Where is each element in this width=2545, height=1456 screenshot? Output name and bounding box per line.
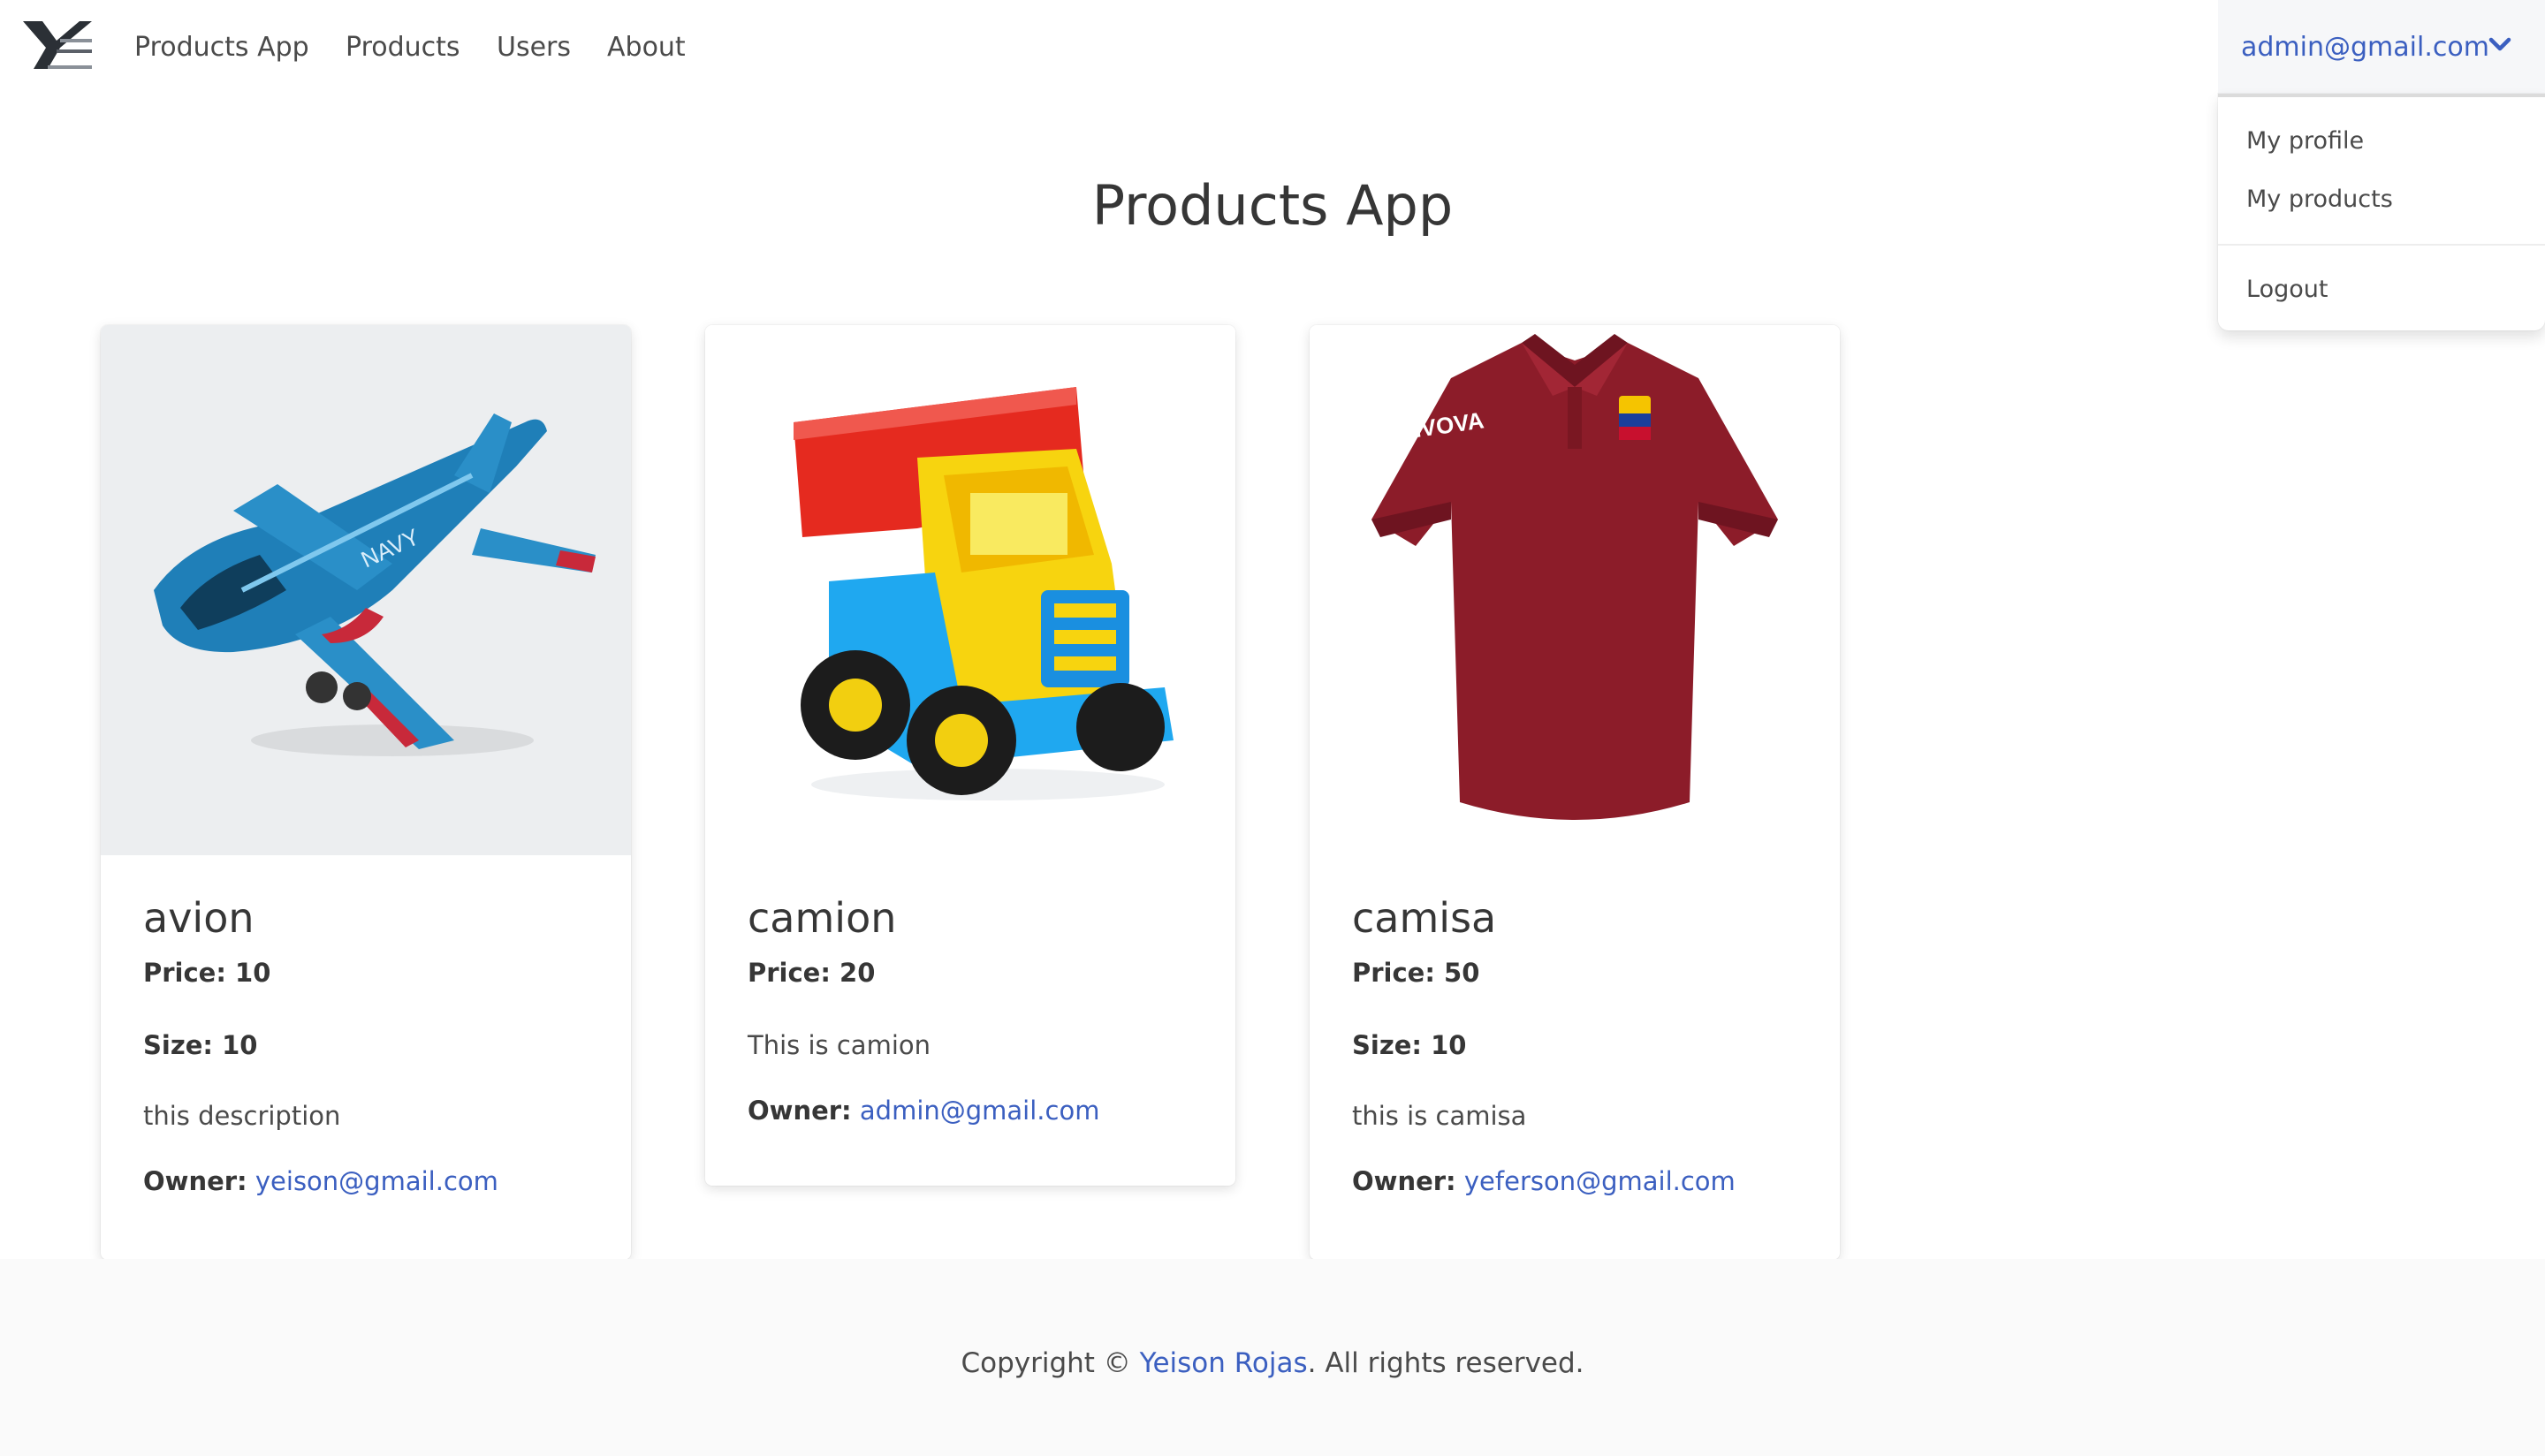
product-size: Size: 10 bbox=[143, 1030, 258, 1060]
product-name: avion bbox=[143, 894, 254, 942]
footer-author-link[interactable]: Yeison Rojas bbox=[1140, 1347, 1308, 1379]
toy-truck-image bbox=[705, 325, 1235, 855]
footer-suffix: . All rights reserved. bbox=[1307, 1347, 1584, 1379]
page-title: Products App bbox=[1091, 173, 1454, 238]
product-description: This is camion bbox=[748, 1030, 931, 1060]
navbar: Products App Products Users About admin@… bbox=[0, 0, 2545, 94]
owner-email-link[interactable]: yeison@gmail.com bbox=[255, 1166, 498, 1196]
user-email: admin@gmail.com bbox=[2241, 31, 2489, 63]
nav-users[interactable]: Users bbox=[497, 0, 571, 94]
owner-email-link[interactable]: yeferson@gmail.com bbox=[1464, 1166, 1736, 1196]
nav-products-app[interactable]: Products App bbox=[134, 0, 309, 94]
product-card[interactable]: GIVOVA camisa Price: 50 Size: 10 this is… bbox=[1310, 325, 1840, 1260]
dropdown-divider bbox=[2218, 244, 2545, 246]
dropdown-item-my-profile[interactable]: My profile bbox=[2246, 127, 2364, 155]
footer-copyright: Copyright © Yeison Rojas. All rights res… bbox=[0, 1347, 2545, 1379]
product-card[interactable]: NAVY avion Price: 10 Size: 10 this descr… bbox=[101, 325, 631, 1260]
owner-label: Owner: bbox=[1352, 1166, 1456, 1196]
owner-label: Owner: bbox=[748, 1096, 852, 1126]
product-card-content: avion Price: 10 Size: 10 this descriptio… bbox=[143, 898, 603, 1196]
nav-about[interactable]: About bbox=[607, 0, 686, 94]
user-menu-trigger[interactable]: admin@gmail.com bbox=[2218, 0, 2545, 94]
toy-airplane-image: NAVY bbox=[101, 325, 631, 855]
product-name: camisa bbox=[1352, 894, 1497, 942]
product-description: this is camisa bbox=[1352, 1101, 1527, 1131]
product-owner: Owner: admin@gmail.com bbox=[748, 1096, 1207, 1126]
product-card-content: camisa Price: 50 Size: 10 this is camisa… bbox=[1352, 898, 1812, 1196]
product-owner: Owner: yeison@gmail.com bbox=[143, 1166, 603, 1196]
footer-prefix: Copyright © bbox=[961, 1347, 1140, 1379]
owner-label: Owner: bbox=[143, 1166, 247, 1196]
yr-logo-icon[interactable] bbox=[21, 18, 94, 74]
product-price: Price: 20 bbox=[748, 958, 876, 988]
chevron-down-icon bbox=[2488, 37, 2511, 51]
product-owner: Owner: yeferson@gmail.com bbox=[1352, 1166, 1812, 1196]
red-shirt-image: GIVOVA bbox=[1310, 325, 1840, 855]
product-name: camion bbox=[748, 894, 897, 942]
product-card[interactable]: camion Price: 20 This is camion Owner: a… bbox=[705, 325, 1235, 1186]
dropdown-item-logout[interactable]: Logout bbox=[2246, 276, 2328, 303]
nav-products[interactable]: Products bbox=[346, 0, 460, 94]
product-size: Size: 10 bbox=[1352, 1030, 1467, 1060]
product-price: Price: 10 bbox=[143, 958, 271, 988]
product-card-content: camion Price: 20 This is camion Owner: a… bbox=[748, 898, 1207, 1126]
product-description: this description bbox=[143, 1101, 341, 1131]
product-price: Price: 50 bbox=[1352, 958, 1480, 988]
footer: Copyright © Yeison Rojas. All rights res… bbox=[0, 1259, 2545, 1456]
owner-email-link[interactable]: admin@gmail.com bbox=[860, 1096, 1100, 1126]
